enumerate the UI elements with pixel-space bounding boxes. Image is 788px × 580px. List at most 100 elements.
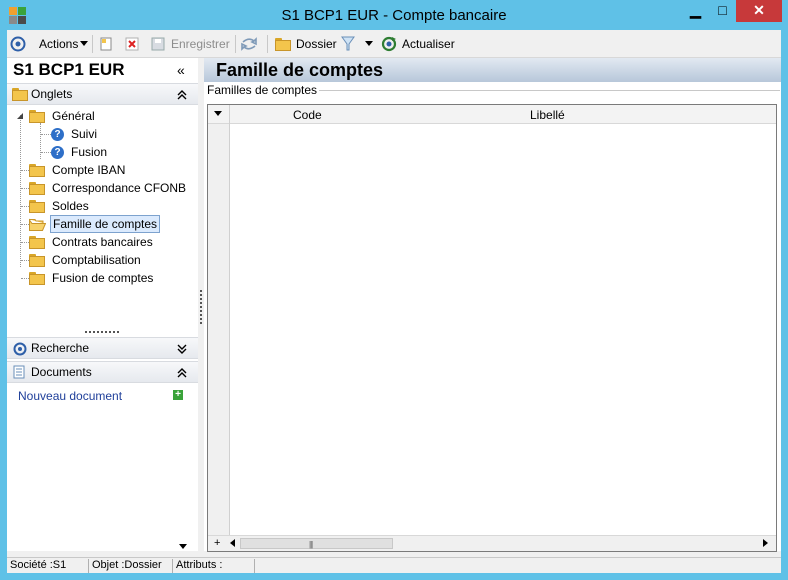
folder-open-icon bbox=[29, 217, 46, 231]
tree-item-correspondance-cfonb[interactable]: Correspondance CFONB bbox=[29, 179, 188, 197]
column-header-code[interactable]: Code bbox=[293, 108, 322, 122]
title-bar[interactable]: S1 BCP1 EUR - Compte bancaire ▁ □ ✕ bbox=[0, 0, 788, 30]
actions-label: Actions bbox=[39, 37, 79, 51]
navigation-button[interactable] bbox=[10, 34, 26, 54]
scroll-down-icon[interactable] bbox=[179, 544, 188, 550]
scroll-left-icon[interactable] bbox=[230, 539, 236, 548]
save-icon bbox=[151, 37, 165, 51]
refresh-arrows-button[interactable] bbox=[241, 34, 257, 54]
splitter-grip bbox=[200, 290, 202, 324]
folder-icon bbox=[275, 37, 291, 51]
client-area: Actions Enregistrer Dossier Actualiser S… bbox=[7, 30, 781, 573]
section-onglets[interactable]: Onglets bbox=[7, 83, 198, 105]
folder-icon bbox=[29, 271, 45, 285]
status-bar: Société :S1 Objet :Dossier Attributs : bbox=[7, 557, 781, 573]
delete-button[interactable] bbox=[125, 34, 139, 54]
tree-item-contrats-bancaires[interactable]: Contrats bancaires bbox=[29, 233, 155, 251]
minimize-icon: ▁ bbox=[690, 2, 701, 18]
tree-item-label: Compte IBAN bbox=[52, 163, 126, 177]
actions-menu-button[interactable]: Actions bbox=[39, 34, 89, 54]
chevron-up-icon[interactable] bbox=[177, 90, 187, 100]
new-button[interactable] bbox=[99, 34, 113, 54]
column-header-libelle[interactable]: Libellé bbox=[530, 108, 565, 122]
folder-icon bbox=[29, 181, 45, 195]
target-icon bbox=[10, 36, 26, 52]
toolbar: Actions Enregistrer Dossier Actualiser bbox=[7, 30, 781, 58]
add-document-icon[interactable]: + bbox=[173, 390, 183, 400]
tree-item-general[interactable]: Général bbox=[16, 107, 97, 125]
tree-connector bbox=[21, 242, 29, 243]
folder-icon bbox=[29, 199, 45, 213]
actualiser-button[interactable]: Actualiser bbox=[381, 34, 455, 54]
collapse-panel-icon[interactable]: « bbox=[177, 62, 185, 78]
column-chooser-button[interactable] bbox=[208, 105, 230, 124]
close-button[interactable]: ✕ bbox=[736, 0, 782, 22]
tree-item-fusion[interactable]: ? Fusion bbox=[51, 143, 109, 161]
section-recherche-label: Recherche bbox=[31, 341, 90, 355]
tree-item-label: Soldes bbox=[52, 199, 89, 213]
expand-arrow-icon[interactable] bbox=[16, 112, 24, 120]
folder-icon bbox=[29, 253, 45, 267]
tree-item-compte-iban[interactable]: Compte IBAN bbox=[29, 161, 127, 179]
tree-item-suivi[interactable]: ? Suivi bbox=[51, 125, 99, 143]
tree-item-label: Suivi bbox=[71, 127, 98, 141]
tree-connector bbox=[21, 206, 29, 207]
document-icon bbox=[13, 365, 25, 379]
tree-connector bbox=[20, 115, 21, 267]
status-societe: Société :S1 bbox=[7, 559, 89, 573]
tree-item-label: Correspondance CFONB bbox=[52, 181, 187, 195]
row-header-strip bbox=[208, 124, 230, 535]
sync-icon bbox=[241, 37, 257, 51]
tree-connector bbox=[41, 134, 51, 135]
tree-connector bbox=[21, 260, 29, 261]
grid-footer: + ||| bbox=[208, 535, 776, 551]
toolbar-separator bbox=[92, 35, 93, 53]
left-panel-header: S1 BCP1 EUR « bbox=[7, 58, 198, 82]
tree-item-label: Comptabilisation bbox=[52, 253, 141, 267]
status-objet: Objet :Dossier bbox=[89, 559, 173, 573]
help-icon: ? bbox=[51, 145, 64, 159]
folder-icon bbox=[29, 109, 45, 123]
right-panel-header: Famille de comptes bbox=[204, 58, 781, 82]
section-onglets-label: Onglets bbox=[31, 87, 73, 101]
familles-grid[interactable]: Code Libellé + ||| bbox=[207, 104, 777, 552]
tree-item-label: Fusion de comptes bbox=[52, 271, 154, 285]
help-icon: ? bbox=[51, 127, 64, 141]
filter-button[interactable] bbox=[341, 34, 355, 54]
page-title: Famille de comptes bbox=[216, 60, 384, 80]
add-row-icon[interactable]: + bbox=[214, 537, 220, 549]
maximize-button[interactable]: □ bbox=[709, 0, 736, 22]
dropdown-arrow-icon bbox=[214, 111, 222, 116]
scroll-right-icon[interactable] bbox=[763, 539, 769, 548]
enregistrer-label: Enregistrer bbox=[171, 37, 230, 51]
tree-item-soldes[interactable]: Soldes bbox=[29, 197, 91, 215]
minimize-button[interactable]: ▁ bbox=[682, 0, 709, 22]
filter-dropdown-button[interactable] bbox=[365, 34, 374, 54]
tree-connector bbox=[40, 123, 41, 159]
groupbox-border bbox=[314, 90, 780, 91]
horizontal-scroll-thumb[interactable]: ||| bbox=[240, 538, 393, 549]
chevron-up-icon[interactable] bbox=[177, 368, 187, 378]
dossier-button[interactable]: Dossier bbox=[275, 34, 337, 54]
dropdown-arrow-icon bbox=[80, 41, 89, 46]
record-title: S1 BCP1 EUR bbox=[13, 60, 125, 79]
nouveau-document-link[interactable]: Nouveau document bbox=[18, 389, 122, 403]
tree-item-label: Contrats bancaires bbox=[52, 235, 153, 249]
tree-item-comptabilisation[interactable]: Comptabilisation bbox=[29, 251, 143, 269]
section-recherche[interactable]: Recherche bbox=[7, 337, 198, 359]
close-icon: ✕ bbox=[753, 2, 765, 18]
groupbox-label: Familles de comptes bbox=[207, 83, 320, 97]
chevron-down-icon[interactable] bbox=[177, 344, 187, 354]
tree-item-label: Général bbox=[52, 109, 95, 123]
tree-connector bbox=[21, 278, 29, 279]
tree-item-famille-de-comptes[interactable]: Famille de comptes bbox=[29, 215, 161, 233]
enregistrer-button[interactable]: Enregistrer bbox=[151, 34, 230, 54]
resize-grip[interactable] bbox=[85, 331, 119, 333]
tree-item-label: Famille de comptes bbox=[50, 215, 161, 233]
tree-connector bbox=[41, 152, 51, 153]
section-documents[interactable]: Documents bbox=[7, 361, 198, 383]
tree-item-fusion-de-comptes[interactable]: Fusion de comptes bbox=[29, 269, 155, 287]
section-documents-label: Documents bbox=[31, 365, 92, 379]
tree-connector bbox=[21, 170, 29, 171]
refresh-icon bbox=[381, 36, 397, 52]
